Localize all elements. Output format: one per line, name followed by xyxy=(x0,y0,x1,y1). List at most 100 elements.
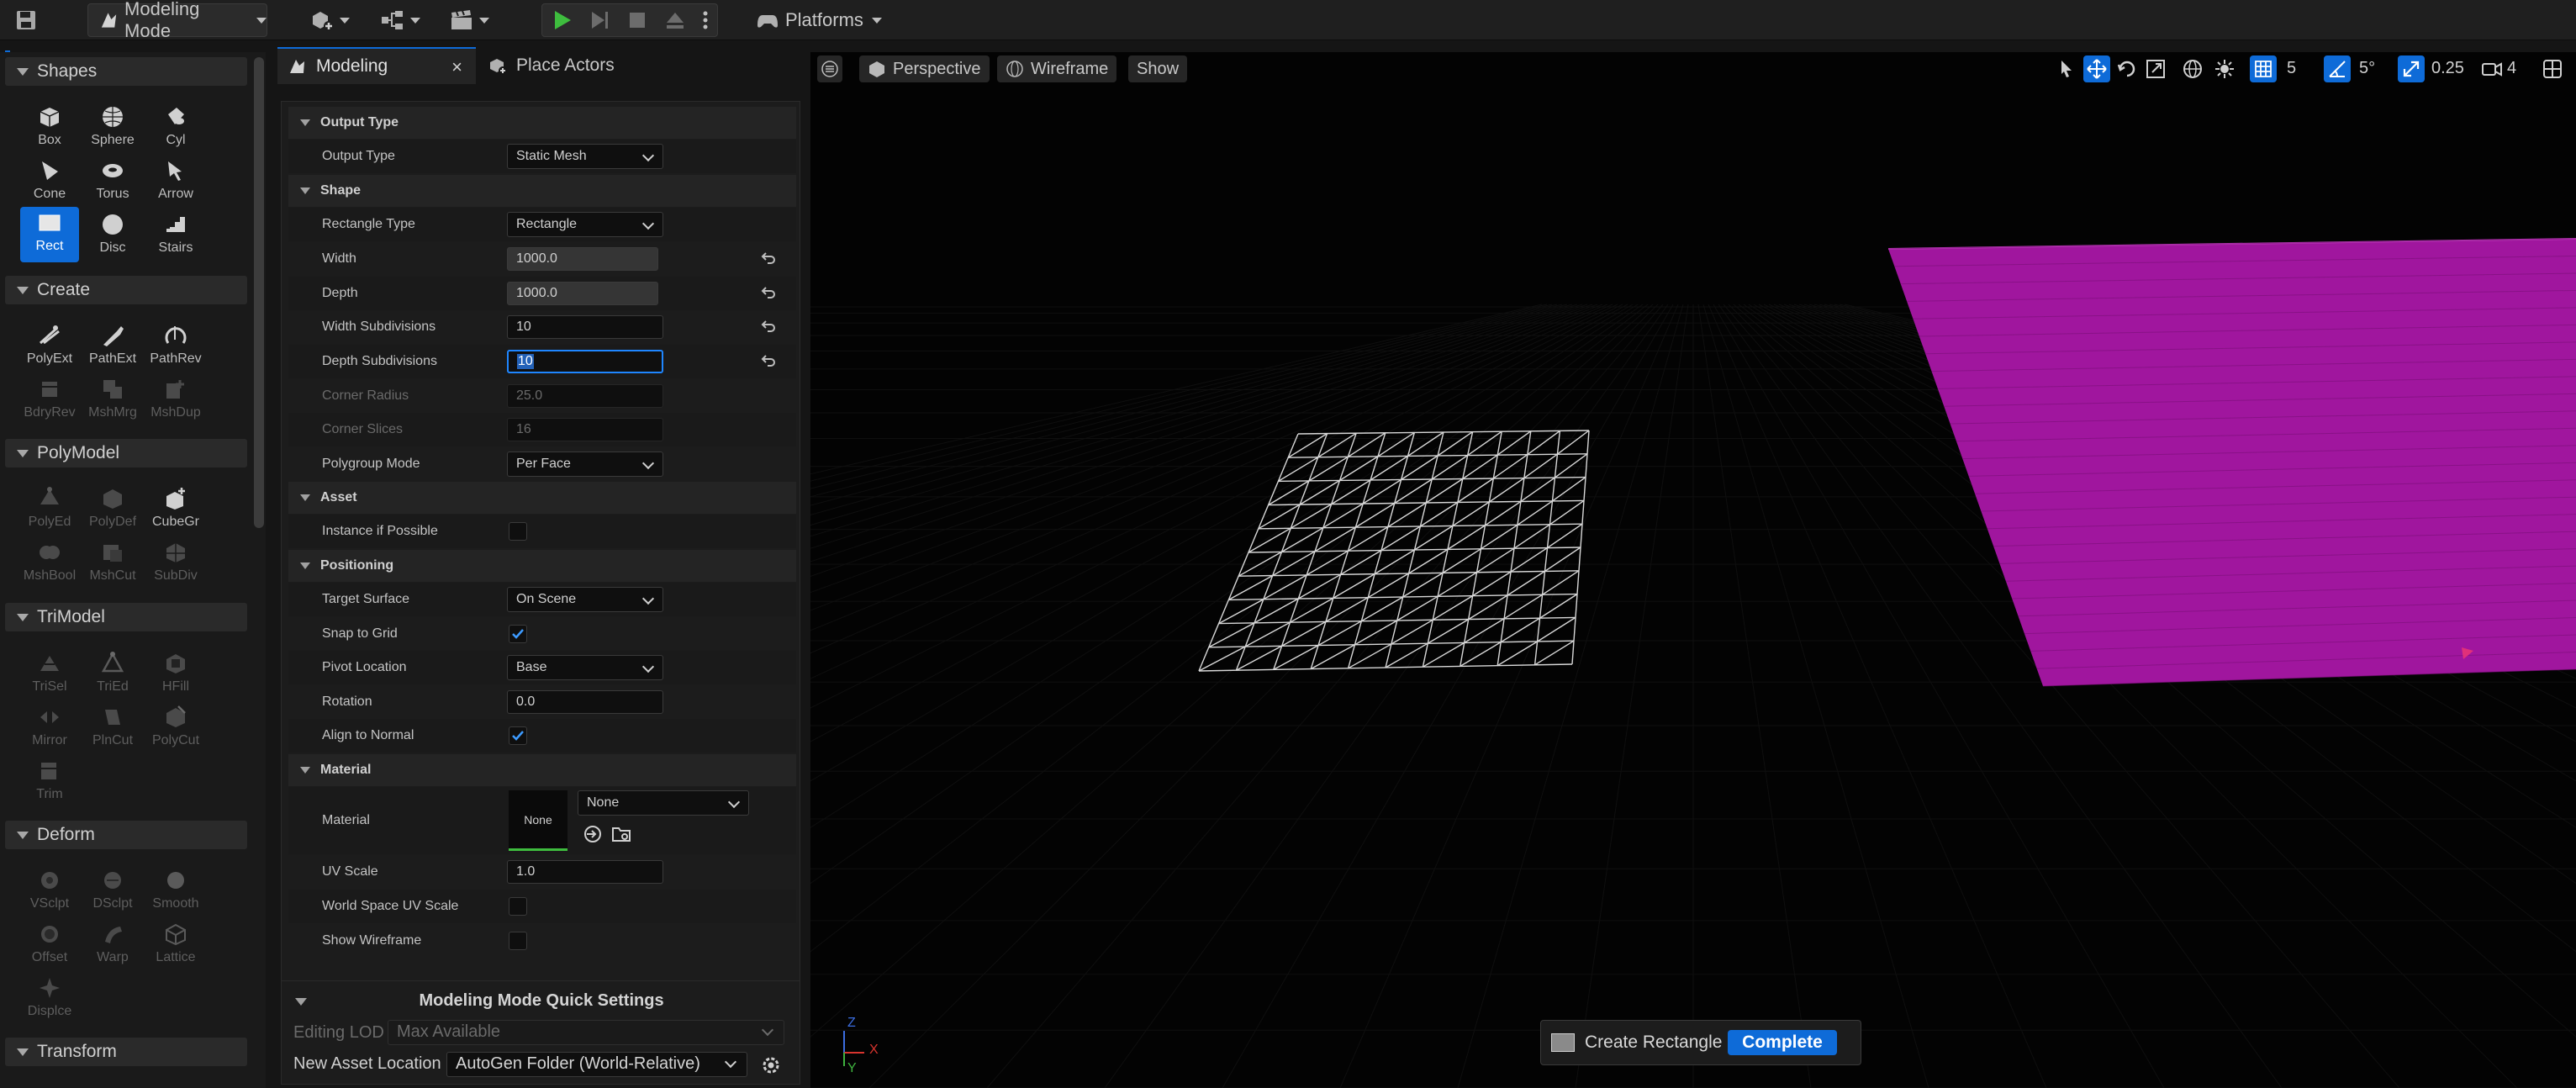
tool-mirror[interactable]: Mirror xyxy=(20,701,79,753)
tool-torus[interactable]: Torus xyxy=(83,155,142,207)
tool-cubegr[interactable]: CubeGr xyxy=(146,483,205,535)
tool-polydef[interactable]: PolyDef xyxy=(83,483,142,535)
show-wireframe-checkbox[interactable] xyxy=(509,932,527,950)
complete-button[interactable]: Complete xyxy=(1728,1030,1837,1055)
camera-speed-value[interactable]: 4 xyxy=(2507,59,2516,78)
depth-field[interactable]: 1000.0 xyxy=(507,282,658,305)
palette-section-create[interactable]: Create xyxy=(5,276,247,304)
maximize-viewport-icon[interactable] xyxy=(2541,57,2564,81)
tool-mshdup[interactable]: MshDup xyxy=(146,373,205,425)
material-dropdown[interactable]: None xyxy=(578,790,749,816)
palette-section-transform[interactable]: Transform xyxy=(5,1038,247,1066)
camera-speed-icon[interactable] xyxy=(2480,57,2504,81)
tool-disc[interactable]: Disc xyxy=(83,209,142,261)
blueprints-button[interactable] xyxy=(380,3,430,37)
palette-section-shapes[interactable]: Shapes xyxy=(5,57,247,86)
stop-icon[interactable] xyxy=(626,8,649,32)
tool-mshbool[interactable]: MshBool xyxy=(20,536,79,589)
perspective-button[interactable]: Perspective xyxy=(859,55,990,82)
tool-vsclpt[interactable]: VSclpt xyxy=(20,864,79,916)
advance-frame-icon[interactable] xyxy=(588,8,611,32)
tool-trim[interactable]: Trim xyxy=(20,755,79,807)
translate-mode-button[interactable] xyxy=(2083,55,2110,82)
tool-dsclpt[interactable]: DSclpt xyxy=(83,864,142,916)
palette-section-deform[interactable]: Deform xyxy=(5,821,247,849)
settings-gear-icon[interactable] xyxy=(759,1054,783,1077)
scale-mode-icon[interactable] xyxy=(2144,57,2167,81)
scale-snap-toggle[interactable] xyxy=(2398,55,2425,82)
mode-selector[interactable]: Modeling Mode xyxy=(87,0,267,41)
corner-radius-field[interactable]: 25.0 xyxy=(507,384,663,408)
scale-snap-value[interactable]: 0.25 xyxy=(2431,59,2464,78)
browse-asset-icon[interactable] xyxy=(611,824,633,844)
editing-lod-dropdown[interactable]: Max Available xyxy=(388,1020,784,1045)
tool-hfill[interactable]: HFill xyxy=(146,647,205,700)
tool-lattice[interactable]: Lattice xyxy=(146,918,205,970)
tool-trisel[interactable]: TriSel xyxy=(20,647,79,700)
corner-slices-field[interactable]: 16 xyxy=(507,418,663,441)
reset-to-default-icon[interactable] xyxy=(761,251,776,265)
grid-snap-toggle[interactable] xyxy=(2250,55,2277,82)
tool-stairs[interactable]: Stairs xyxy=(146,209,205,261)
tool-polyext[interactable]: PolyExt xyxy=(20,320,79,372)
angle-snap-toggle[interactable] xyxy=(2324,55,2351,82)
platforms-button[interactable]: Platforms xyxy=(755,3,886,37)
rectangle-type-dropdown[interactable]: Rectangle xyxy=(507,212,663,237)
palette-section-polymodel[interactable]: PolyModel xyxy=(5,439,247,467)
tool-rectangle[interactable]: Rect xyxy=(20,207,79,262)
tool-bdryrev[interactable]: BdryRev xyxy=(20,373,79,425)
width-field[interactable]: 1000.0 xyxy=(507,247,658,271)
tab-modeling[interactable]: Modeling × xyxy=(277,47,476,84)
tool-polyed[interactable]: PolyEd xyxy=(20,483,79,535)
grid-snap-value[interactable]: 5 xyxy=(2287,59,2296,78)
material-thumbnail[interactable]: None xyxy=(509,790,567,851)
reset-to-default-icon[interactable] xyxy=(761,320,776,333)
palette-section-trimodel[interactable]: TriModel xyxy=(5,603,247,631)
section-asset[interactable]: Asset xyxy=(288,482,796,514)
section-material[interactable]: Material xyxy=(288,754,796,786)
pivot-location-dropdown[interactable]: Base xyxy=(507,655,663,680)
rotate-mode-icon[interactable] xyxy=(2115,57,2139,81)
snap-to-grid-checkbox[interactable] xyxy=(509,625,527,643)
save-button[interactable] xyxy=(12,3,40,37)
reset-to-default-icon[interactable] xyxy=(761,354,776,367)
tool-subdiv[interactable]: SubDiv xyxy=(146,536,205,589)
tool-pathext[interactable]: PathExt xyxy=(83,320,142,372)
tool-polycut[interactable]: PolyCut xyxy=(146,701,205,753)
section-positioning[interactable]: Positioning xyxy=(288,550,796,582)
palette-scrollbar[interactable] xyxy=(254,57,264,528)
tool-sphere[interactable]: Sphere xyxy=(83,101,142,153)
width-subdivisions-field[interactable]: 10 xyxy=(507,315,663,339)
select-mode-icon[interactable] xyxy=(2055,57,2078,81)
angle-snap-value[interactable]: 5° xyxy=(2359,59,2375,78)
world-local-icon[interactable] xyxy=(2181,57,2204,81)
output-type-dropdown[interactable]: Static Mesh xyxy=(507,144,663,169)
tool-mshcut[interactable]: MshCut xyxy=(83,536,142,589)
show-flags-button[interactable]: Show xyxy=(1128,55,1188,82)
tab-place-actors[interactable]: Place Actors xyxy=(484,47,661,84)
section-shape[interactable]: Shape xyxy=(288,175,796,207)
close-tab-icon[interactable]: × xyxy=(451,56,462,78)
tool-plncut[interactable]: PlnCut xyxy=(83,701,142,753)
world-space-uv-scale-checkbox[interactable] xyxy=(509,897,527,916)
tool-mshmrg[interactable]: MshMrg xyxy=(83,373,142,425)
align-to-normal-checkbox[interactable] xyxy=(509,726,527,745)
tool-tried[interactable]: TriEd xyxy=(83,647,142,700)
rotation-field[interactable]: 0.0 xyxy=(507,690,663,714)
reset-to-default-icon[interactable] xyxy=(761,286,776,299)
more-options-icon[interactable] xyxy=(701,8,710,32)
level-viewport[interactable]: Z X Y Perspective Wireframe Show 5 5° 0.… xyxy=(810,52,2576,1088)
section-output-type[interactable]: Output Type xyxy=(288,107,796,139)
play-icon[interactable] xyxy=(550,8,573,32)
new-asset-location-dropdown[interactable]: AutoGen Folder (World-Relative) xyxy=(446,1052,747,1077)
polygroup-mode-dropdown[interactable]: Per Face xyxy=(507,452,663,477)
tool-box[interactable]: Box xyxy=(20,101,79,153)
tool-warp[interactable]: Warp xyxy=(83,918,142,970)
instance-if-possible-checkbox[interactable] xyxy=(509,522,527,541)
depth-subdivisions-field[interactable]: 10 xyxy=(507,350,663,373)
eject-icon[interactable] xyxy=(663,8,687,32)
tool-arrow[interactable]: Arrow xyxy=(146,155,205,207)
use-selected-asset-icon[interactable] xyxy=(583,824,603,844)
tool-displace[interactable]: Displce xyxy=(20,972,79,1024)
tool-smooth[interactable]: Smooth xyxy=(146,864,205,916)
